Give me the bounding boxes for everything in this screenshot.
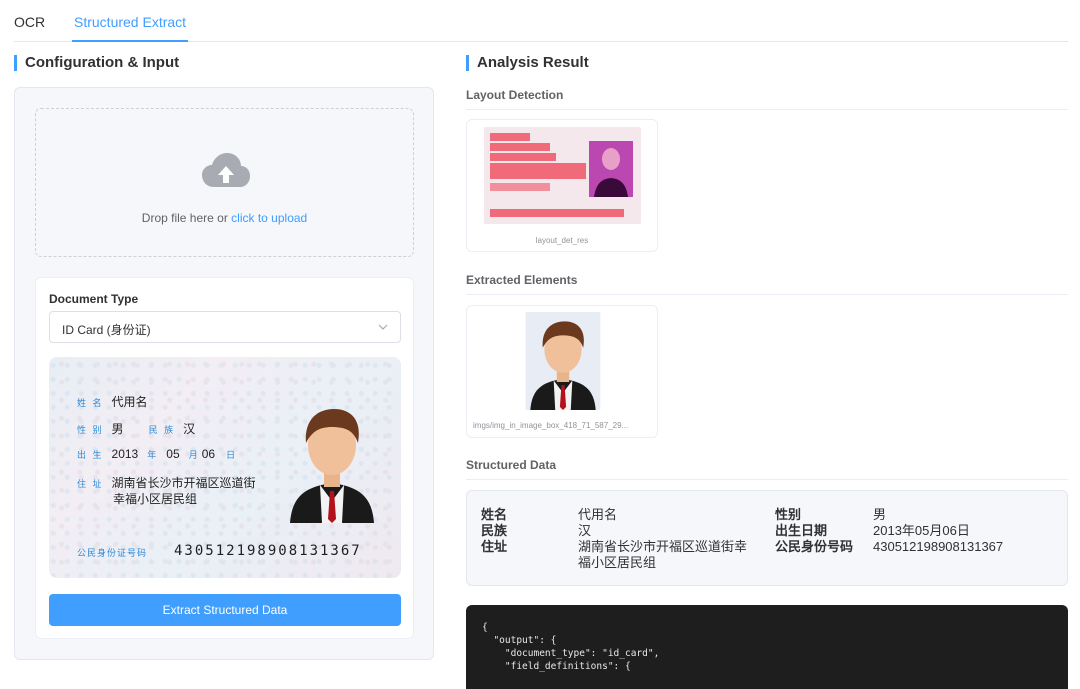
id-gender-row: 性 别男 民 族汉 [77, 422, 196, 436]
json-output-code-block: { "output": { "document_type": "id_card"… [466, 605, 1068, 689]
divider [466, 294, 1068, 295]
id-address-row: 住 址湖南省长沙市开福区巡道街 [77, 476, 256, 490]
id-card-preview: 姓 名代用名 性 别男 民 族汉 出 生 2013 年 05 月 06 日 住 址湖南… [49, 357, 401, 578]
document-type-label: Document Type [49, 292, 139, 306]
divider [466, 479, 1068, 480]
field-value: 男 [873, 507, 887, 522]
config-panel: Drop file here or click to upload Docume… [14, 87, 434, 660]
id-number-label: 公民身份证号码 [77, 548, 148, 558]
document-type-select[interactable]: ID Card (身份证) [49, 311, 401, 343]
cloud-upload-icon [202, 153, 250, 187]
layout-detection-heading: Layout Detection [466, 88, 564, 102]
tab-ocr[interactable]: OCR [14, 14, 45, 30]
document-card: Document Type ID Card (身份证) 姓 名代用名 性 别男 … [35, 277, 414, 639]
id-birth-row: 出 生 2013 年 05 月 06 日 [77, 447, 238, 461]
document-type-value: ID Card (身份证) [62, 323, 151, 337]
tab-bar: OCR Structured Extract [14, 0, 1068, 42]
title-accent-bar [466, 55, 469, 71]
extract-structured-data-button[interactable]: Extract Structured Data [49, 594, 401, 626]
dropzone-text: Drop file here or click to upload [141, 211, 308, 225]
config-section-title: Configuration & Input [14, 54, 179, 72]
field-key: 住址 [481, 539, 508, 554]
field-key: 公民身份号码 [775, 539, 854, 554]
element-caption: imgs/img_in_image_box_418_71_587_29... [473, 421, 629, 430]
field-value: 福小区居民组 [578, 555, 657, 570]
active-tab-indicator [72, 40, 188, 42]
layout-detection-image [484, 127, 641, 224]
divider [466, 109, 1068, 110]
field-key: 姓名 [481, 507, 508, 522]
layout-caption: layout_det_res [535, 236, 589, 245]
click-to-upload-link[interactable]: click to upload [231, 211, 307, 225]
field-value: 湖南省长沙市开福区巡道街幸 [578, 539, 748, 554]
structured-data-heading: Structured Data [466, 458, 557, 472]
field-value: 430512198908131367 [873, 539, 1004, 554]
analysis-section-title: Analysis Result [466, 54, 589, 72]
portrait-avatar-icon [525, 312, 601, 410]
extracted-elements-heading: Extracted Elements [466, 273, 578, 287]
upload-dropzone[interactable]: Drop file here or click to upload [35, 108, 414, 257]
tab-structured-extract[interactable]: Structured Extract [74, 14, 186, 30]
portrait-avatar-icon [290, 409, 374, 523]
field-value: 2013年05月06日 [873, 523, 970, 538]
field-key: 性别 [775, 507, 802, 522]
field-key: 民族 [481, 523, 508, 538]
field-value: 汉 [578, 523, 592, 538]
extracted-element-thumbnail[interactable]: imgs/img_in_image_box_418_71_587_29... [466, 305, 658, 438]
field-key: 出生日期 [775, 523, 828, 538]
id-number: 430512198908131367 [174, 543, 362, 559]
id-address-line2: 幸福小区居民组 [113, 492, 198, 506]
layout-detection-thumbnail[interactable]: layout_det_res [466, 119, 658, 252]
structured-data-table: 姓名 代用名 民族 汉 住址 湖南省长沙市开福区巡道街幸 福小区居民组 性别 男… [466, 490, 1068, 586]
field-value: 代用名 [578, 507, 618, 522]
title-accent-bar [14, 55, 17, 71]
id-name-row: 姓 名代用名 [77, 395, 148, 409]
chevron-down-icon [378, 324, 388, 330]
